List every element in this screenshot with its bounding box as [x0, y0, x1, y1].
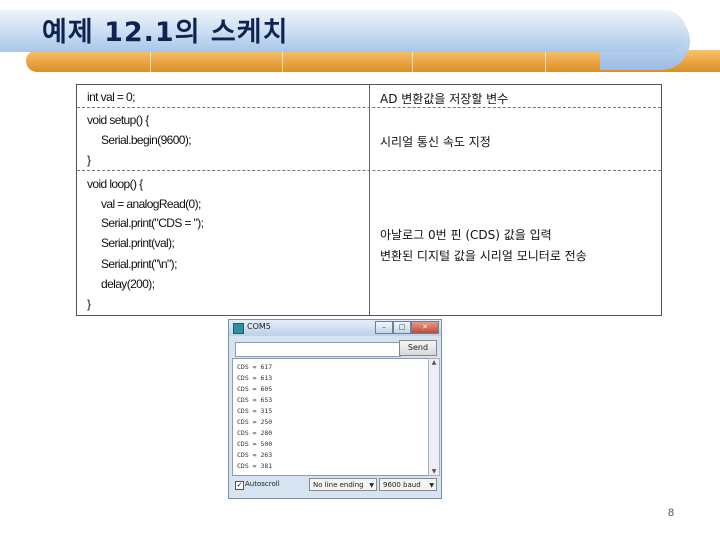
maximize-icon[interactable]: □ [393, 321, 411, 334]
code-line: } [87, 297, 91, 311]
output-line: CDS = 653 [237, 396, 273, 404]
output-line: CDS = 605 [237, 385, 273, 393]
output-line: CDS = 617 [237, 363, 273, 371]
banner-divider [412, 52, 413, 72]
send-button[interactable]: Send [399, 340, 437, 356]
window-title: COM5 [247, 322, 271, 331]
scroll-up-icon[interactable]: ▲ [429, 359, 439, 366]
banner-divider [150, 52, 151, 72]
code-line: Serial.print("CDS = "); [101, 216, 204, 230]
chevron-down-icon: ▼ [369, 482, 374, 489]
window-titlebar[interactable]: COM5 – □ ✕ [229, 320, 441, 336]
scroll-down-icon[interactable]: ▼ [429, 468, 439, 475]
baud-rate-select[interactable]: 9600 baud ▼ [379, 478, 437, 491]
serial-monitor-window: COM5 – □ ✕ Send CDS = 617 CDS = 613 CDS … [228, 319, 442, 499]
send-input[interactable] [235, 342, 401, 357]
close-icon[interactable]: ✕ [411, 321, 439, 334]
row-divider [77, 107, 661, 108]
code-comment: AD 변환값을 저장할 변수 [380, 92, 509, 106]
slide-title: 예제 12.1의 스케치 [42, 17, 289, 48]
code-comment: 변환된 디지털 값을 시리얼 모니터로 전송 [380, 249, 587, 263]
title-banner: 예제 12.1의 스케치 [0, 0, 720, 80]
code-line: val = analogRead(0); [101, 197, 201, 211]
code-line: void loop() { [87, 177, 143, 191]
output-line: CDS = 250 [237, 418, 273, 426]
code-table: int val = 0; AD 변환값을 저장할 변수 void setup()… [76, 84, 662, 316]
page-number: 8 [668, 507, 675, 519]
vertical-scrollbar[interactable]: ▲ ▼ [428, 358, 440, 476]
output-line: CDS = 315 [237, 407, 273, 415]
output-line: CDS = 280 [237, 429, 273, 437]
autoscroll-checkbox[interactable]: ✓ [235, 481, 244, 490]
code-comment: 아날로그 0번 핀 (CDS) 값을 입력 [380, 228, 552, 242]
row-divider [77, 170, 661, 171]
code-line: Serial.print(val); [101, 236, 175, 250]
serial-output-area[interactable]: CDS = 617 CDS = 613 CDS = 605 CDS = 653 … [232, 358, 430, 476]
chevron-down-icon: ▼ [429, 482, 434, 489]
banner-divider [545, 52, 546, 72]
code-line: } [87, 153, 91, 167]
banner-divider [282, 52, 283, 72]
column-divider [369, 85, 370, 315]
baud-rate-value: 9600 baud [383, 481, 421, 489]
code-line: Serial.print("\n"); [101, 257, 177, 271]
code-comment: 시리얼 통신 속도 지정 [380, 135, 491, 149]
line-ending-value: No line ending [313, 481, 364, 489]
output-line: CDS = 613 [237, 374, 273, 382]
serial-bottom-bar: ✓ Autoscroll No line ending ▼ 9600 baud … [229, 476, 441, 496]
line-ending-select[interactable]: No line ending ▼ [309, 478, 377, 491]
minimize-icon[interactable]: – [375, 321, 393, 334]
code-line: void setup() { [87, 113, 149, 127]
autoscroll-label: Autoscroll [245, 480, 280, 488]
output-line: CDS = 381 [237, 462, 273, 470]
code-line: delay(200); [101, 277, 155, 291]
output-line: CDS = 500 [237, 440, 273, 448]
app-icon [233, 323, 244, 334]
code-line: int val = 0; [87, 90, 135, 104]
code-line: Serial.begin(9600); [101, 133, 192, 147]
output-line: CDS = 263 [237, 451, 273, 459]
